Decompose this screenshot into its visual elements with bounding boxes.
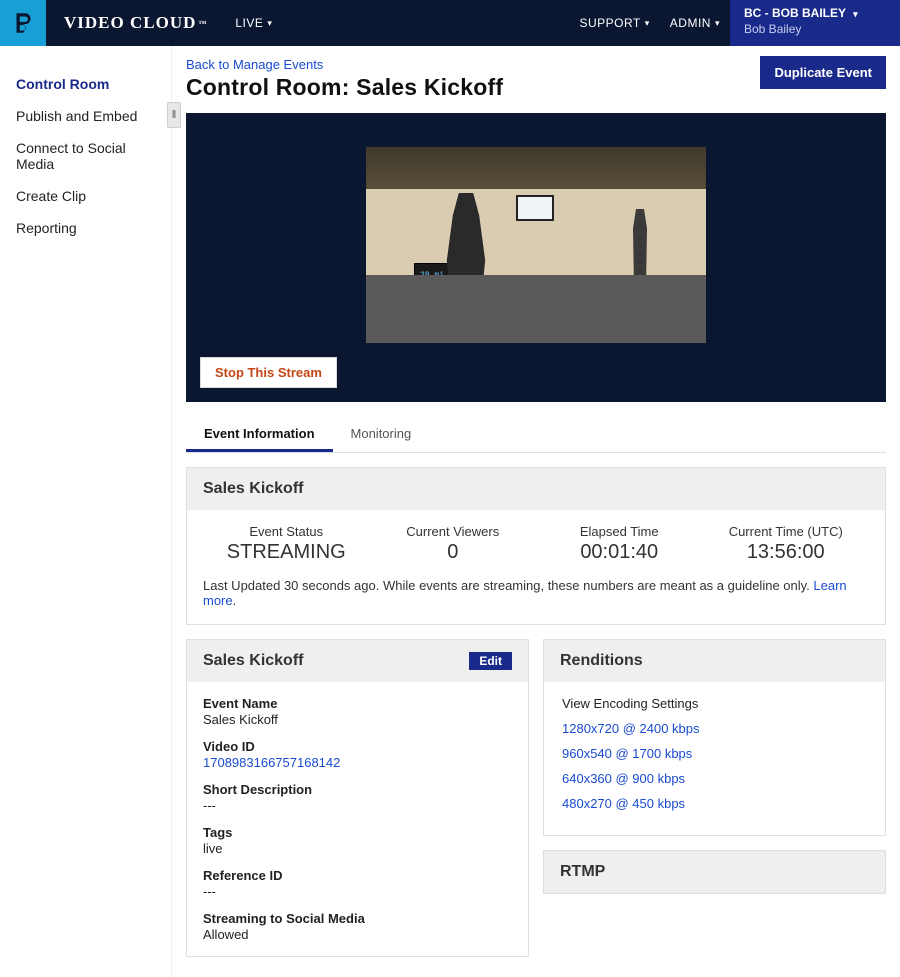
status-utc-label: Current Time (UTC) bbox=[703, 524, 870, 539]
brand-name: VIDEO CLOUD™ bbox=[46, 0, 225, 46]
field-video-id-value[interactable]: 1708983166757168142 bbox=[203, 755, 512, 770]
status-elapsed-value: 00:01:40 bbox=[536, 541, 703, 564]
status-event-status-value: STREAMING bbox=[203, 541, 370, 564]
field-reference-id-value: --- bbox=[203, 884, 512, 899]
player-panel: 28 mi Stop This Stream bbox=[186, 113, 886, 402]
status-viewers-label: Current Viewers bbox=[370, 524, 537, 539]
tabs: Event Information Monitoring bbox=[186, 416, 886, 453]
stage-screen-icon bbox=[516, 195, 554, 221]
renditions-card: Renditions View Encoding Settings 1280x7… bbox=[543, 639, 886, 836]
video-player[interactable]: 28 mi bbox=[366, 147, 706, 343]
sidebar-item-social-media[interactable]: Connect to Social Media bbox=[16, 132, 157, 180]
field-video-id-label: Video ID bbox=[203, 739, 512, 754]
page-title: Control Room: Sales Kickoff bbox=[186, 74, 760, 101]
edit-event-button[interactable]: Edit bbox=[469, 652, 512, 670]
chevron-down-icon: ▾ bbox=[853, 9, 858, 19]
account-user: Bob Bailey bbox=[744, 22, 864, 36]
field-social-label: Streaming to Social Media bbox=[203, 911, 512, 926]
presenter-right-icon bbox=[630, 209, 650, 287]
status-utc-value: 13:56:00 bbox=[703, 541, 870, 564]
rendition-link[interactable]: 480x270 @ 450 kbps bbox=[562, 796, 867, 811]
sidebar-item-create-clip[interactable]: Create Clip bbox=[16, 180, 157, 212]
chevron-down-icon: ▾ bbox=[267, 18, 272, 29]
renditions-title: Renditions bbox=[544, 640, 885, 682]
field-tags-label: Tags bbox=[203, 825, 512, 840]
back-link[interactable]: Back to Manage Events bbox=[186, 57, 323, 72]
event-details-title: Sales Kickoff bbox=[203, 652, 303, 670]
sidebar-item-reporting[interactable]: Reporting bbox=[16, 212, 157, 244]
field-event-name-value: Sales Kickoff bbox=[203, 712, 512, 727]
nav-admin[interactable]: ADMIN▾ bbox=[660, 0, 730, 46]
account-switcher[interactable]: BC - BOB BAILEY ▾ Bob Bailey bbox=[730, 0, 900, 46]
rendition-link[interactable]: 1280x720 @ 2400 kbps bbox=[562, 721, 867, 736]
status-card: Sales Kickoff Event Status STREAMING Cur… bbox=[186, 467, 886, 625]
brand-logo-icon[interactable] bbox=[0, 0, 46, 46]
event-details-card: Sales Kickoff Edit Event Name Sales Kick… bbox=[186, 639, 529, 957]
sidebar-item-publish-embed[interactable]: Publish and Embed bbox=[16, 100, 157, 132]
nav-support[interactable]: SUPPORT▾ bbox=[569, 0, 659, 46]
stage-monitor-icon: 28 mi bbox=[414, 263, 450, 287]
renditions-subhead: View Encoding Settings bbox=[562, 696, 867, 711]
top-nav: LIVE▾ SUPPORT▾ ADMIN▾ bbox=[225, 0, 730, 46]
sidebar-item-control-room[interactable]: Control Room bbox=[16, 68, 157, 100]
topbar: VIDEO CLOUD™ LIVE▾ SUPPORT▾ ADMIN▾ BC - … bbox=[0, 0, 900, 46]
field-social-value: Allowed bbox=[203, 927, 512, 942]
chevron-down-icon: ▾ bbox=[645, 18, 650, 29]
rtmp-card: RTMP bbox=[543, 850, 886, 894]
field-event-name-label: Event Name bbox=[203, 696, 512, 711]
field-reference-id-label: Reference ID bbox=[203, 868, 512, 883]
field-short-desc-label: Short Description bbox=[203, 782, 512, 797]
rendition-link[interactable]: 640x360 @ 900 kbps bbox=[562, 771, 867, 786]
sidebar: Control Room Publish and Embed Connect t… bbox=[0, 46, 172, 977]
sidebar-collapse-handle[interactable]: ‖ bbox=[167, 102, 181, 128]
status-viewers-value: 0 bbox=[370, 541, 537, 564]
status-elapsed-label: Elapsed Time bbox=[536, 524, 703, 539]
stop-stream-button[interactable]: Stop This Stream bbox=[200, 357, 337, 388]
nav-live[interactable]: LIVE▾ bbox=[225, 0, 282, 46]
tab-event-information[interactable]: Event Information bbox=[186, 416, 333, 452]
status-card-title: Sales Kickoff bbox=[187, 468, 885, 510]
duplicate-event-button[interactable]: Duplicate Event bbox=[760, 56, 886, 89]
rendition-link[interactable]: 960x540 @ 1700 kbps bbox=[562, 746, 867, 761]
rtmp-title: RTMP bbox=[544, 851, 885, 893]
tab-monitoring[interactable]: Monitoring bbox=[333, 416, 430, 452]
chevron-down-icon: ▾ bbox=[715, 18, 720, 29]
status-note: Last Updated 30 seconds ago. While event… bbox=[187, 570, 885, 624]
status-event-status-label: Event Status bbox=[203, 524, 370, 539]
content: Back to Manage Events Control Room: Sale… bbox=[172, 46, 900, 977]
field-short-desc-value: --- bbox=[203, 798, 512, 813]
